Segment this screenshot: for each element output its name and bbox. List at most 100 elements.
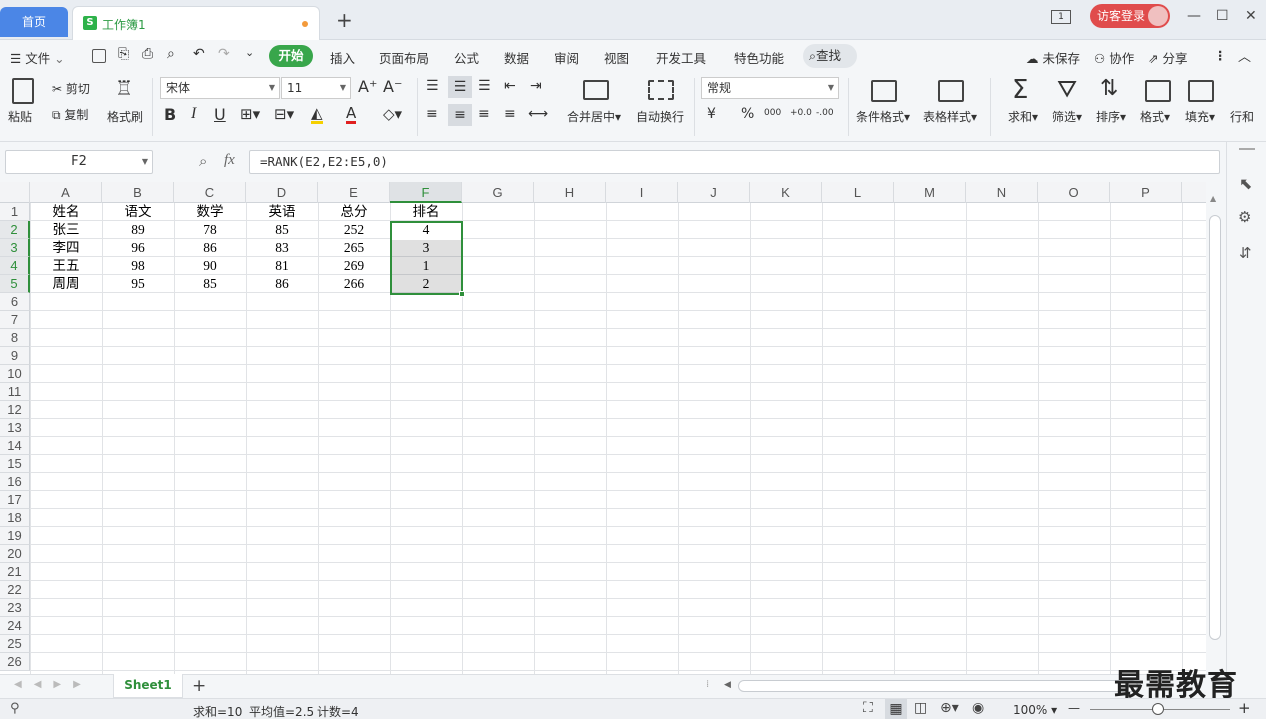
cell-b2[interactable]: 89 [102, 221, 174, 239]
settings-sliders-icon[interactable]: ⚙ [1238, 208, 1251, 226]
redo-icon[interactable]: ↷ [218, 46, 230, 62]
sum-icon[interactable]: Σ [1012, 75, 1028, 105]
cell-f5[interactable]: 2 [390, 275, 462, 293]
row-header-10[interactable]: 10 [0, 365, 30, 383]
cell-a5[interactable]: 周周 [30, 275, 102, 293]
add-sheet-button[interactable]: + [192, 676, 206, 696]
tab-formulas[interactable]: 公式 [454, 48, 479, 67]
column-header-m[interactable]: M [894, 182, 966, 203]
table-style-button[interactable]: 表格样式▾ [923, 108, 977, 125]
row-header-19[interactable]: 19 [0, 527, 30, 545]
column-header-n[interactable]: N [966, 182, 1038, 203]
justify-icon[interactable]: ≡ [504, 106, 516, 122]
row-header-20[interactable]: 20 [0, 545, 30, 563]
row-header-25[interactable]: 25 [0, 635, 30, 653]
tab-workbook[interactable]: S 工作簿1 [72, 6, 320, 40]
row-header-2[interactable]: 2 [0, 221, 30, 239]
cell-e5[interactable]: 266 [318, 275, 390, 293]
column-header-b[interactable]: B [102, 182, 174, 203]
underline-button[interactable]: U [214, 105, 226, 124]
clear-icon[interactable]: ◇▾ [383, 105, 402, 123]
minimize-button[interactable]: — [1187, 8, 1201, 24]
row-header-8[interactable]: 8 [0, 329, 30, 347]
cursor-select-icon[interactable]: ⬉ [1239, 174, 1252, 193]
cell-d4[interactable]: 81 [246, 257, 318, 275]
cell-c1[interactable]: 数学 [174, 203, 246, 221]
row-header-23[interactable]: 23 [0, 599, 30, 617]
scroll-left-icon[interactable]: ◀ [724, 680, 731, 690]
tab-insert[interactable]: 插入 [330, 48, 355, 67]
zoom-slider-thumb[interactable] [1152, 703, 1164, 715]
cell-f4[interactable]: 1 [390, 257, 462, 275]
eye-protection-icon[interactable]: ◉ [972, 700, 984, 716]
merge-center-button[interactable]: 合并居中▾ [567, 108, 621, 125]
find-button[interactable]: ⌕查找 [803, 44, 857, 68]
fill-button[interactable]: 填充▾ [1185, 108, 1215, 125]
column-header-l[interactable]: L [822, 182, 894, 203]
visitor-login-button[interactable]: 访客登录 [1090, 4, 1170, 28]
cell-a3[interactable]: 李四 [30, 239, 102, 257]
quick-access-dropdown-icon[interactable]: ⌄ [245, 46, 254, 59]
cell-c4[interactable]: 90 [174, 257, 246, 275]
cell-d1[interactable]: 英语 [246, 203, 318, 221]
cell-c2[interactable]: 78 [174, 221, 246, 239]
font-name-select[interactable]: 宋体 ▼ [160, 77, 280, 99]
save-icon[interactable] [92, 47, 106, 63]
sum-button[interactable]: 求和▾ [1008, 108, 1038, 125]
share-button[interactable]: ⇗ 分享 [1148, 48, 1187, 67]
cell-a4[interactable]: 王五 [30, 257, 102, 275]
cell-e2[interactable]: 252 [318, 221, 390, 239]
increase-font-icon[interactable]: A⁺ [358, 77, 377, 96]
row-header-12[interactable]: 12 [0, 401, 30, 419]
italic-button[interactable]: I [191, 105, 196, 123]
row-header-26[interactable]: 26 [0, 653, 30, 671]
sort-button[interactable]: 排序▾ [1096, 108, 1126, 125]
wrap-text-button[interactable]: 自动换行 [636, 108, 684, 125]
select-all-corner[interactable] [0, 182, 30, 203]
row-header-16[interactable]: 16 [0, 473, 30, 491]
rowcol-button[interactable]: 行和 [1230, 108, 1254, 125]
transform-icon[interactable]: ⇵ [1239, 244, 1252, 262]
tab-review[interactable]: 审阅 [554, 48, 579, 67]
unsaved-button[interactable]: ☁ 未保存 [1026, 48, 1080, 67]
scroll-up-icon[interactable]: ▲ [1210, 194, 1216, 203]
collapse-ribbon-icon[interactable]: ︿ [1238, 46, 1251, 65]
row-header-7[interactable]: 7 [0, 311, 30, 329]
distributed-icon[interactable]: ⟷ [528, 106, 548, 122]
cell-a2[interactable]: 张三 [30, 221, 102, 239]
tab-view[interactable]: 视图 [604, 48, 629, 67]
zoom-search-icon[interactable]: ⌕ [199, 152, 207, 170]
window-count-icon[interactable]: 1 [1051, 10, 1071, 24]
paste-icon[interactable] [12, 78, 34, 104]
format-painter-button[interactable]: 格式刷 [107, 108, 143, 125]
tab-home[interactable]: 首页 [0, 7, 68, 37]
cell-b4[interactable]: 98 [102, 257, 174, 275]
row-header-9[interactable]: 9 [0, 347, 30, 365]
maximize-button[interactable]: ☐ [1216, 8, 1229, 24]
collab-button[interactable]: ⚇ 协作 [1094, 48, 1134, 67]
fill-color-icon[interactable]: ◭ [311, 105, 323, 124]
more-icon[interactable]: ⋮ [1214, 48, 1227, 63]
filter-button[interactable]: 筛选▾ [1052, 108, 1082, 125]
zoom-in-button[interactable]: + [1238, 699, 1251, 717]
fill-icon[interactable] [1188, 80, 1214, 102]
spreadsheet-grid[interactable]: ABCDEFGHIJKLMNOP 1 2 3 4 5 6 7 8 9 10 11 12 13 14 15 16… [0, 182, 1206, 674]
align-left-icon[interactable]: ≡ [426, 106, 438, 122]
row-header-15[interactable]: 15 [0, 455, 30, 473]
undo-icon[interactable]: ↶ [193, 46, 205, 62]
align-bottom-icon[interactable]: ☰ [478, 78, 491, 94]
row-header-4[interactable]: 4 [0, 257, 30, 275]
row-header-21[interactable]: 21 [0, 563, 30, 581]
file-menu[interactable]: ☰ 文件 ⌄ [10, 48, 65, 67]
copy-button[interactable]: ⧉ 复制 [52, 106, 88, 123]
wrap-text-icon[interactable] [648, 80, 674, 100]
cell-b1[interactable]: 语文 [102, 203, 174, 221]
fx-icon[interactable]: fx [224, 152, 235, 169]
page-view-icon[interactable]: ◫ [914, 700, 927, 716]
conditional-format-icon[interactable] [871, 80, 897, 102]
align-right-icon[interactable]: ≡ [478, 106, 490, 122]
row-header-22[interactable]: 22 [0, 581, 30, 599]
sheet-nav-icon[interactable]: ◀◀▶▶ [14, 679, 93, 690]
split-handle-icon[interactable]: ⁞ [706, 679, 709, 690]
thousands-button[interactable]: 000 [764, 108, 781, 118]
